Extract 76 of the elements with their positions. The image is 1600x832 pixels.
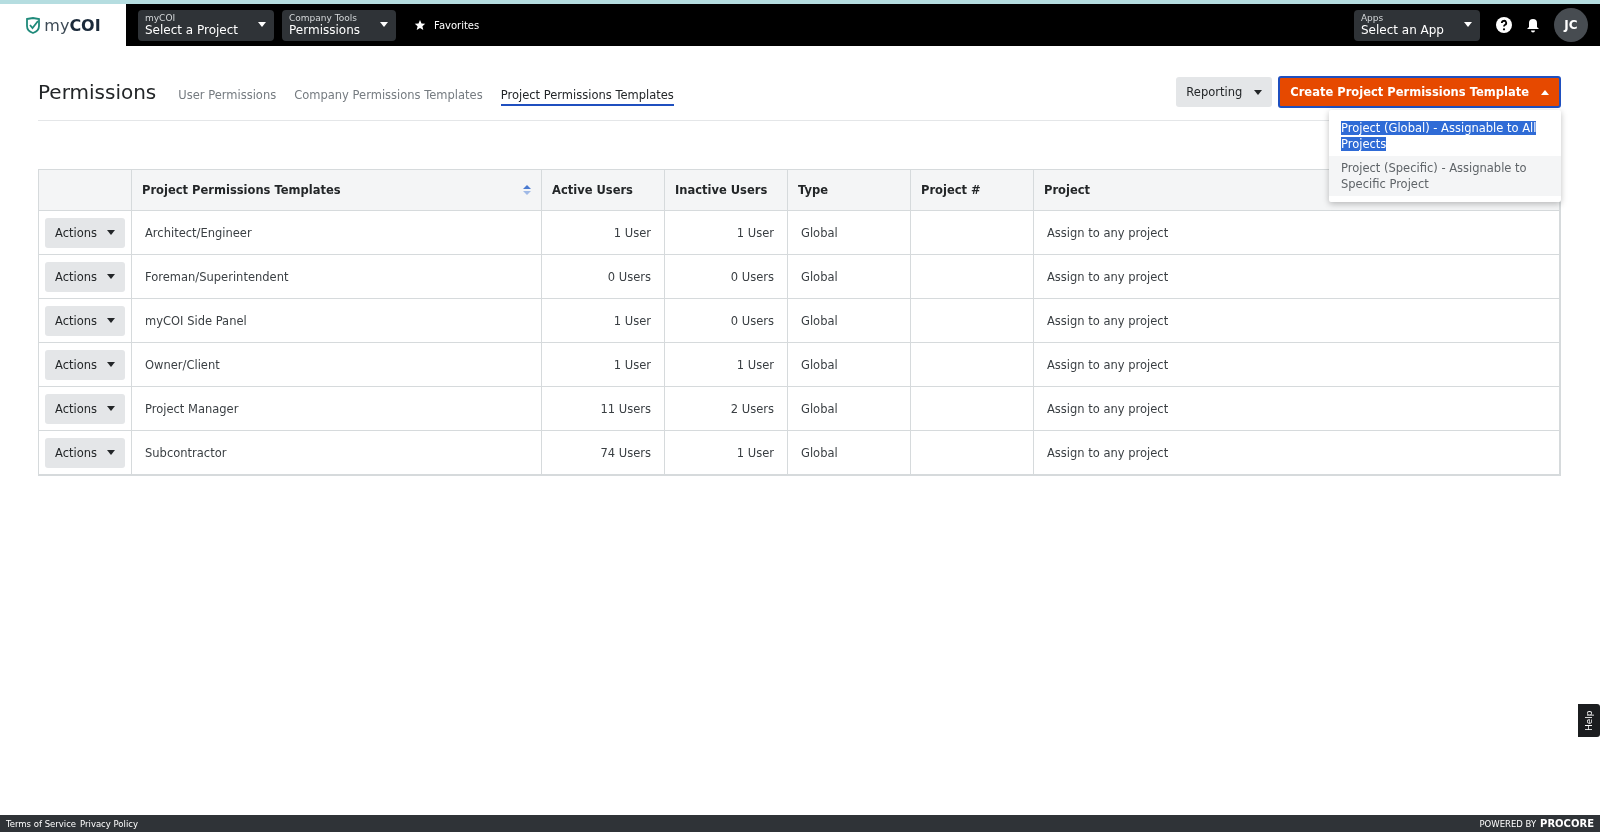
table-cell: 1 User <box>542 343 665 387</box>
table-cell: 1 User <box>542 211 665 255</box>
table-cell: Assign to any project <box>1034 343 1560 387</box>
sort-icon <box>523 185 531 195</box>
favorites-button[interactable]: Favorites <box>408 18 486 32</box>
bell-icon[interactable] <box>1526 17 1540 33</box>
actions-button[interactable]: Actions <box>45 305 125 336</box>
caret-icon <box>107 450 115 455</box>
star-icon <box>414 19 427 31</box>
table-cell: 0 Users <box>665 299 788 343</box>
table-cell: Assign to any project <box>1034 255 1560 299</box>
caret-icon <box>107 406 115 411</box>
brand-logo: PROCORE <box>1540 818 1594 829</box>
caret-icon <box>107 318 115 323</box>
table-cell: 11 Users <box>542 387 665 431</box>
table-cell: myCOI Side Panel <box>132 299 542 343</box>
table-cell: Assign to any project <box>1034 387 1560 431</box>
shield-check-icon <box>25 16 42 34</box>
table-cell: 0 Users <box>665 255 788 299</box>
app-selector[interactable]: Apps Select an App <box>1353 9 1480 41</box>
page-tab[interactable]: Company Permissions Templates <box>294 86 483 106</box>
user-avatar[interactable]: JC <box>1554 8 1588 42</box>
logo-text: myCOI <box>44 15 101 35</box>
column-header[interactable]: Inactive Users <box>665 170 788 211</box>
column-header[interactable]: Project Permissions Templates <box>132 170 542 211</box>
project-selector[interactable]: myCOI Select a Project <box>138 9 275 41</box>
caret-icon <box>380 22 389 27</box>
actions-button[interactable]: Actions <box>45 349 125 380</box>
menu-item[interactable]: Project (Global) - Assignable to All Projects <box>1329 116 1561 156</box>
table-cell: Architect/Engineer <box>132 211 542 255</box>
reporting-button[interactable]: Reporting <box>1176 77 1273 107</box>
caret-icon <box>1464 22 1472 27</box>
create-template-button[interactable]: Create Project Permissions Template <box>1278 76 1561 108</box>
actions-button[interactable]: Actions <box>45 217 125 248</box>
table-cell: Project Manager <box>132 387 542 431</box>
column-header[interactable]: Active Users <box>542 170 665 211</box>
table-cell: 1 User <box>665 343 788 387</box>
table-cell: 1 User <box>542 299 665 343</box>
help-icon[interactable] <box>1496 17 1512 33</box>
table-cell: Assign to any project <box>1034 431 1560 475</box>
table-cell: Global <box>788 211 911 255</box>
project-selector[interactable]: Company Tools Permissions <box>282 9 397 41</box>
table-cell: Assign to any project <box>1034 211 1560 255</box>
help-tab[interactable]: Help <box>1578 704 1600 737</box>
table-cell: Global <box>788 255 911 299</box>
actions-button[interactable]: Actions <box>45 393 125 424</box>
footer-link[interactable]: Privacy Policy <box>80 818 138 829</box>
table-cell: 1 User <box>665 211 788 255</box>
caret-icon <box>107 362 115 367</box>
table-cell: Global <box>788 387 911 431</box>
page-tab[interactable]: User Permissions <box>178 86 277 106</box>
footer-link[interactable]: Terms of Service <box>6 818 77 829</box>
powered-by-text: POWERED BY <box>1479 818 1537 829</box>
table-cell: Global <box>788 431 911 475</box>
caret-icon <box>107 274 115 279</box>
caret-icon <box>258 22 267 27</box>
actions-button[interactable]: Actions <box>45 261 125 292</box>
table-cell: Global <box>788 299 911 343</box>
table-cell: Assign to any project <box>1034 299 1560 343</box>
table-cell: 1 User <box>665 431 788 475</box>
caret-icon <box>1541 89 1549 95</box>
page-title: Permissions <box>38 80 157 104</box>
table-cell: Subcontractor <box>132 431 542 475</box>
table-cell: Foreman/Superintendent <box>132 255 542 299</box>
caret-icon <box>107 230 115 235</box>
column-header[interactable]: Type <box>788 170 911 211</box>
column-header[interactable]: Project # <box>911 170 1034 211</box>
page-tab[interactable]: Project Permissions Templates <box>500 86 674 106</box>
table-cell: 0 Users <box>542 255 665 299</box>
table-cell: Owner/Client <box>132 343 542 387</box>
caret-icon <box>1254 89 1263 95</box>
table-cell: 74 Users <box>542 431 665 475</box>
table-cell: Global <box>788 343 911 387</box>
menu-item[interactable]: Project (Specific) - Assignable to Specific Project <box>1329 156 1561 196</box>
actions-button[interactable]: Actions <box>45 437 125 468</box>
table-cell: 2 Users <box>665 387 788 431</box>
